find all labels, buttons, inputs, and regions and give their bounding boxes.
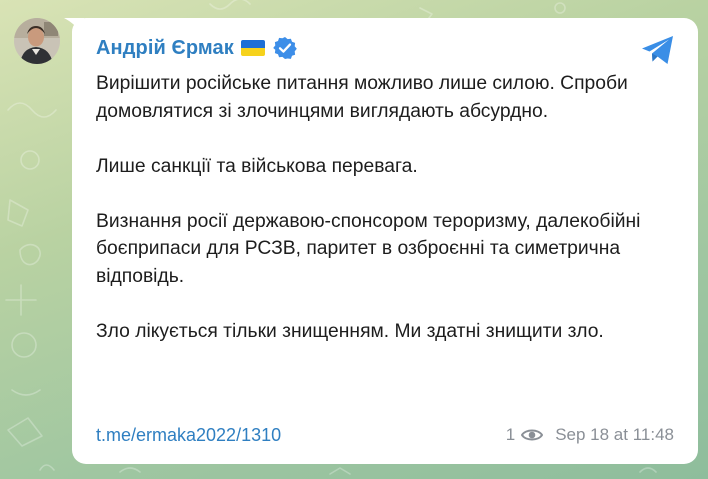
eye-icon <box>521 429 544 441</box>
timestamp: Sep 18 at 11:48 <box>555 425 674 444</box>
message-meta: 1 Sep 18 at 11:48 <box>506 425 674 445</box>
avatar[interactable] <box>14 18 60 64</box>
ukraine-flag-icon <box>240 40 265 56</box>
message-footer: t.me/ermaka2022/1310 1 Sep 18 at 11:48 <box>96 423 674 447</box>
message-paragraph: Лише санкції та військова перевага. <box>96 155 418 177</box>
message-header: Андрій Єрмак <box>96 33 297 63</box>
message-text: Вирішити російське питання можливо лише … <box>96 70 686 345</box>
message-paragraph: Зло лікується тільки знищенням. Ми здатн… <box>96 320 604 342</box>
post-link[interactable]: t.me/ermaka2022/1310 <box>96 425 281 446</box>
telegram-share-icon[interactable] <box>640 34 676 66</box>
message-paragraph: Вирішити російське питання можливо лише … <box>96 73 628 122</box>
message-bubble: Андрій Єрмак Вирішити російське питання … <box>72 18 698 464</box>
view-count: 1 <box>505 425 516 444</box>
message-paragraph: Визнання росії державою-спонсором терори… <box>96 210 641 287</box>
verified-badge-icon <box>273 37 297 59</box>
author-name[interactable]: Андрій Єрмак <box>96 37 234 60</box>
